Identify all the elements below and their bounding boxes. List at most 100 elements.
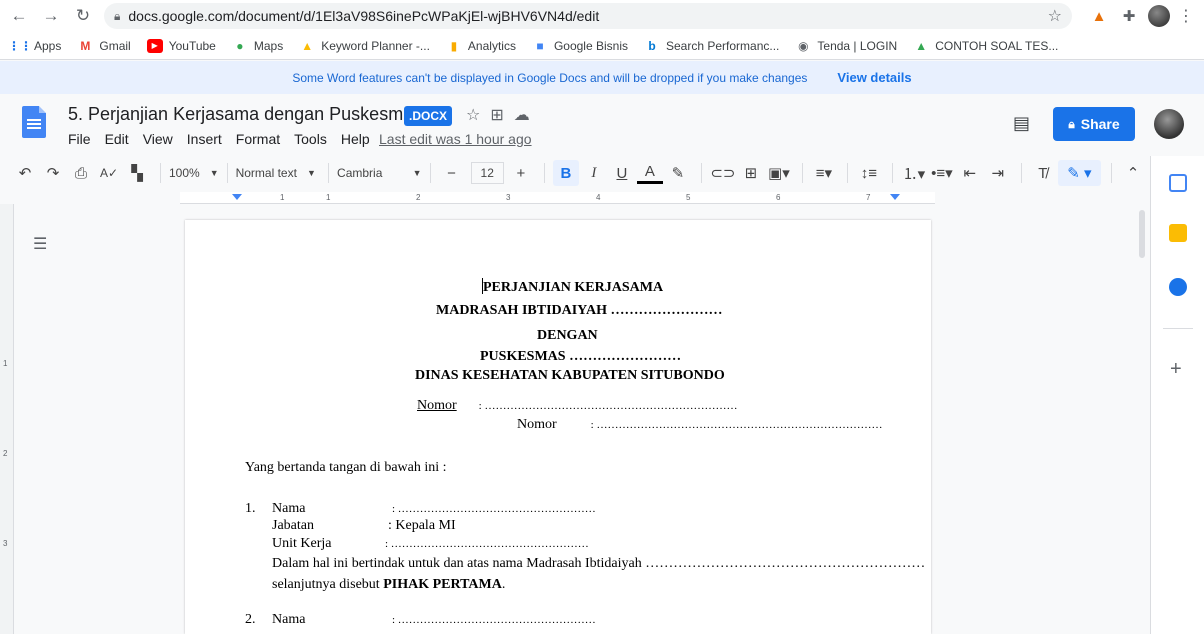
calendar-icon[interactable]	[1169, 174, 1187, 192]
bookmark-item[interactable]: b Search Performanc...	[644, 39, 779, 53]
style-dropdown[interactable]: Normal text ▼	[236, 166, 320, 180]
doc-title-line-4: PUSKESMAS ……………………	[480, 349, 682, 364]
item-1-dalam: Dalam hal ini bertindak untuk dan atas n…	[272, 556, 926, 571]
toolbar-divider	[1020, 163, 1022, 183]
bookmark-item[interactable]: ▶ YouTube	[146, 38, 216, 53]
editing-mode-pencil-icon[interactable]: ✎ ▾	[1057, 160, 1102, 186]
item-1-jabatan: Jabatan: Kepala MI	[272, 518, 456, 533]
move-folder-icon[interactable]: ⊞	[490, 105, 503, 125]
doc-title-line-1: PERJANJIAN KERJASAMA	[482, 278, 664, 295]
bookmark-item[interactable]: ▲ Keyword Planner -...	[299, 39, 430, 53]
document-page[interactable]: PERJANJIAN KERJASAMA MADRASAH IBTIDAIYAH…	[185, 220, 931, 634]
puzzle-icon[interactable]: ✚	[1118, 5, 1140, 27]
menu-file[interactable]: File	[68, 131, 91, 147]
menu-help[interactable]: Help	[341, 131, 370, 147]
apps-grid-icon: ⋮⋮	[8, 38, 32, 53]
insert-image-icon[interactable]: ▣▾	[766, 160, 792, 186]
bookmark-item[interactable]: ⋮⋮ Apps	[8, 38, 61, 53]
share-label: Share	[1080, 116, 1120, 132]
scroll-thumb[interactable]	[1139, 210, 1145, 258]
address-bar[interactable]: 🔒︎ docs.google.com/document/d/1El3aV98S6…	[104, 3, 1072, 29]
bookmark-star-icon[interactable]: ☆	[1048, 6, 1062, 26]
user-avatar[interactable]	[1154, 109, 1184, 139]
redo-icon[interactable]: ↷	[40, 160, 66, 186]
add-comment-icon[interactable]: ⊞	[738, 160, 764, 186]
docs-logo-icon[interactable]	[22, 106, 46, 138]
undo-icon[interactable]: ↶	[12, 160, 38, 186]
bookmark-item[interactable]: ▲ CONTOH SOAL TES...	[913, 39, 1058, 53]
last-edit-link[interactable]: Last edit was 1 hour ago	[379, 131, 532, 147]
right-indent-marker[interactable]	[890, 194, 900, 200]
globe-icon: ◉	[798, 38, 809, 53]
highlight-icon[interactable]: ✎	[665, 160, 691, 186]
bookmark-item[interactable]: M Gmail	[77, 39, 130, 53]
document-title[interactable]: 5. Perjanjian Kerjasama dengan Puskesmas	[68, 104, 422, 125]
increase-font-size-button[interactable]: +	[508, 160, 534, 186]
italic-icon[interactable]: I	[581, 160, 607, 186]
menu-format[interactable]: Format	[236, 131, 280, 147]
caret-down-icon: ▼	[412, 168, 422, 178]
add-addon-icon[interactable]: +	[1170, 358, 1182, 381]
line-spacing-icon[interactable]: ↕≡	[856, 160, 882, 186]
star-icon[interactable]: ☆	[466, 105, 480, 125]
browser-menu-icon[interactable]: ⋮	[1178, 6, 1194, 26]
view-details-link[interactable]: View details	[837, 70, 911, 85]
reload-icon[interactable]: ↻	[70, 3, 96, 29]
increase-indent-icon[interactable]: ⇥	[985, 160, 1011, 186]
doc-title-line-5: DINAS KESEHATAN KABUPATEN SITUBONDO	[415, 368, 725, 383]
font-size-input[interactable]: 12	[470, 162, 504, 184]
bookmark-item[interactable]: ◉ Tenda | LOGIN	[795, 39, 897, 53]
menu-edit[interactable]: Edit	[105, 131, 129, 147]
toolbar-divider	[700, 163, 702, 183]
toolbar-divider	[846, 163, 848, 183]
browser-toolbar: ← → ↻ 🔒︎ docs.google.com/document/d/1El3…	[0, 0, 1204, 32]
docx-badge: .DOCX	[404, 106, 453, 126]
caret-down-icon: ▼	[306, 168, 316, 178]
back-arrow-icon[interactable]: ←	[6, 3, 32, 29]
document-scrollbar[interactable]	[1137, 206, 1147, 634]
vertical-ruler[interactable]: 1 2 3	[0, 204, 14, 634]
menu-insert[interactable]: Insert	[187, 131, 222, 147]
insert-link-icon[interactable]: ⊂⊃	[710, 160, 736, 186]
menu-view[interactable]: View	[143, 131, 173, 147]
bookmark-item[interactable]: ▮ Analytics	[446, 39, 516, 53]
align-icon[interactable]: ≡▾	[811, 160, 837, 186]
maps-icon: ●	[236, 38, 244, 53]
left-indent-marker[interactable]	[232, 194, 242, 200]
paint-format-icon[interactable]: ▚	[124, 160, 150, 186]
comment-history-icon[interactable]: ▤	[1013, 113, 1030, 134]
share-button[interactable]: 🔒︎ Share	[1053, 107, 1135, 141]
bookmark-item[interactable]: ● Maps	[232, 39, 283, 53]
collapse-menu-icon[interactable]: ⌃	[1120, 160, 1146, 186]
toolbar-divider	[801, 163, 803, 183]
bookmark-item[interactable]: ■ Google Bisnis	[532, 39, 628, 53]
underline-icon[interactable]: U	[609, 160, 635, 186]
profile-avatar[interactable]	[1148, 5, 1170, 27]
tasks-icon[interactable]	[1169, 278, 1187, 296]
bold-icon[interactable]: B	[552, 160, 579, 186]
keep-icon[interactable]	[1169, 224, 1187, 242]
text-color-icon[interactable]: A	[636, 162, 663, 184]
cloud-status-icon[interactable]: ☁	[514, 105, 530, 125]
clear-formatting-icon[interactable]: T̸	[1030, 160, 1056, 186]
forward-arrow-icon[interactable]: →	[38, 3, 64, 29]
nomor-line-1: Nomor: ……………………………………………………………	[417, 398, 738, 413]
font-dropdown[interactable]: Cambria ▼	[337, 166, 421, 180]
banner-message: Some Word features can't be displayed in…	[292, 70, 808, 85]
item-1-selanjutnya: selanjutnya disebut PIHAK PERTAMA.	[272, 577, 506, 592]
toolbar-divider	[160, 163, 161, 183]
print-icon[interactable]: ⎙	[68, 160, 94, 186]
toolbar-divider	[328, 163, 330, 183]
document-outline-icon[interactable]: ☰	[33, 234, 47, 254]
spellcheck-icon[interactable]: A✓	[96, 160, 122, 186]
horizontal-ruler[interactable]: 1 1 2 3 4 5 6 7	[180, 192, 935, 204]
extension-icon[interactable]: ▲	[1088, 5, 1110, 27]
bulleted-list-icon[interactable]: •≡▾	[929, 160, 955, 186]
decrease-indent-icon[interactable]: ⇤	[957, 160, 983, 186]
zoom-dropdown[interactable]: 100% ▼	[169, 166, 219, 180]
analytics-icon: ▮	[450, 38, 458, 53]
decrease-font-size-button[interactable]: −	[439, 160, 465, 186]
menu-tools[interactable]: Tools	[294, 131, 327, 147]
numbered-list-icon[interactable]: ⒈▾	[901, 160, 927, 186]
item-1-nama: 1. Nama: ………………………………………………	[245, 501, 596, 516]
